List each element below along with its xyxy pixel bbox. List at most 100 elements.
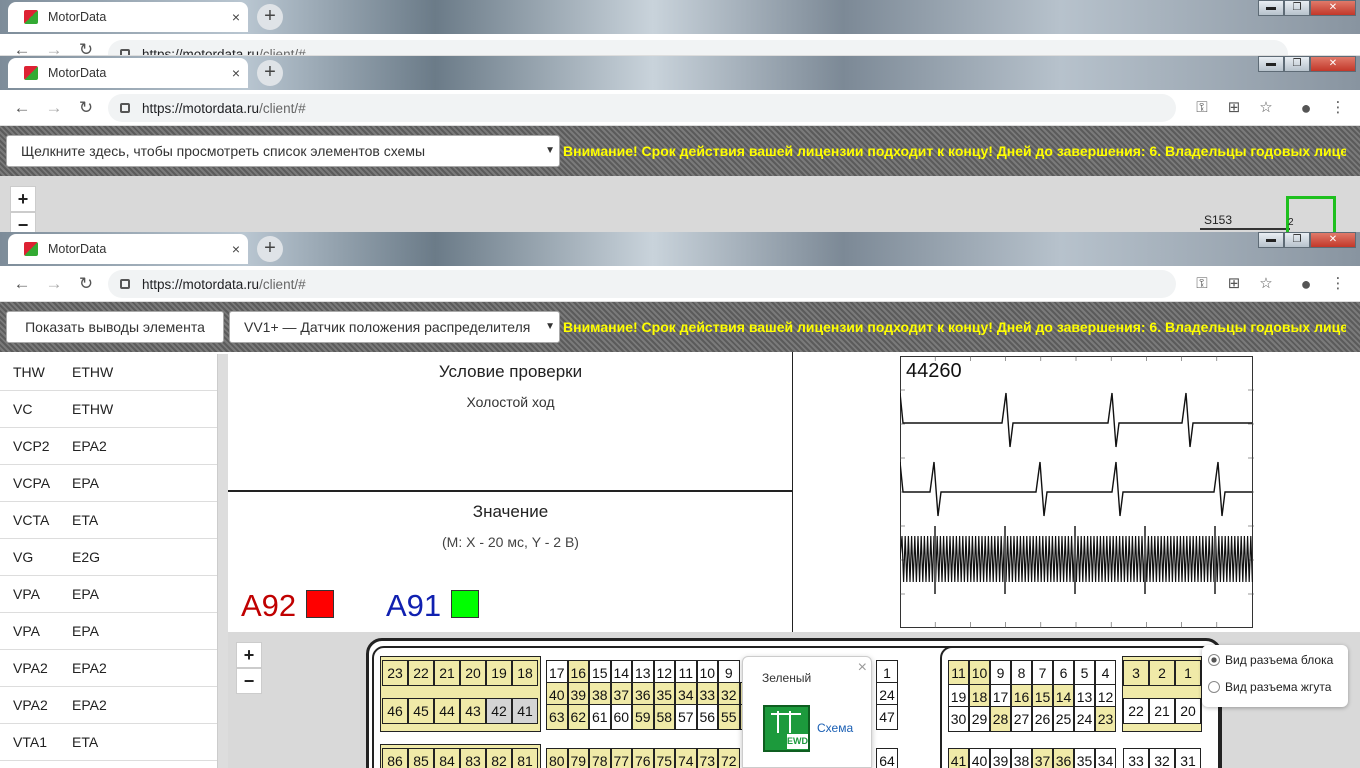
connector-pin[interactable]: 2 [1149, 660, 1175, 686]
connector-pin[interactable]: 61 [589, 704, 611, 730]
connector-pin[interactable]: 33 [1123, 748, 1149, 768]
connector-pin[interactable]: 26 [1032, 706, 1053, 732]
connector-pin[interactable]: 20 [1175, 698, 1201, 724]
connector-pin[interactable]: 63 [546, 704, 568, 730]
pin-list-row[interactable]: VCP2 EPA2 [0, 428, 217, 465]
forward-icon[interactable]: → [44, 98, 64, 118]
connector-pin[interactable]: 1 [1175, 660, 1201, 686]
translate-icon[interactable]: ⊞ [1224, 98, 1244, 118]
connector-pin[interactable]: 75 [653, 748, 675, 768]
connector-pin[interactable]: 81 [512, 748, 538, 768]
connector-pin[interactable]: 8 [1011, 660, 1032, 686]
connector-pin[interactable]: 32 [1149, 748, 1175, 768]
connector-pin[interactable]: 74 [675, 748, 697, 768]
key-icon[interactable]: ⚿ [1192, 98, 1212, 118]
connector-pin[interactable]: 22 [408, 660, 434, 686]
back-icon[interactable]: ← [12, 274, 32, 294]
star-icon[interactable]: ☆ [1256, 274, 1276, 294]
close-window-button[interactable]: ✕ [1310, 232, 1356, 248]
tab-close-icon[interactable]: × [224, 9, 248, 25]
new-tab-button[interactable]: + [257, 60, 283, 86]
element-select[interactable]: VV1+ — Датчик положения распределителя ▼ [229, 311, 560, 343]
connector-pin[interactable]: 19 [486, 660, 512, 686]
back-icon[interactable]: ← [12, 98, 32, 118]
connector-pin[interactable]: 28 [990, 706, 1011, 732]
view-option-block[interactable]: Вид разъема блока [1208, 653, 1333, 667]
connector-pin[interactable]: 56 [696, 704, 718, 730]
connector-pin[interactable]: 34 [1095, 748, 1116, 768]
omnibox[interactable]: https://motordata.ru/client/# [108, 40, 1288, 55]
connector-pin[interactable]: 9 [990, 660, 1011, 686]
connector-pin[interactable]: 10 [969, 660, 990, 686]
pin-list-row[interactable]: VTA1 ETA [0, 724, 217, 761]
tab-close-icon[interactable]: × [224, 241, 248, 257]
connector-pin[interactable]: 46 [382, 698, 408, 724]
connector-pin[interactable]: 3 [1123, 660, 1149, 686]
pin-list-row[interactable]: VPA EPA [0, 613, 217, 650]
close-window-button[interactable]: ✕ [1310, 0, 1356, 16]
profile-icon[interactable]: ● [1296, 98, 1316, 118]
connector-pin[interactable]: 40 [969, 748, 990, 768]
maximize-button[interactable]: ❐ [1284, 56, 1310, 72]
connector-pin[interactable]: 59 [632, 704, 654, 730]
connector-pin[interactable]: 55 [718, 704, 740, 730]
connector-pin[interactable]: 23 [1095, 706, 1116, 732]
forward-icon[interactable]: → [44, 274, 64, 294]
connector-pin[interactable]: 45 [408, 698, 434, 724]
radio-unchecked-icon[interactable] [1208, 681, 1220, 693]
minimize-button[interactable]: ▬ [1258, 0, 1284, 16]
reload-icon[interactable]: ↻ [76, 98, 96, 118]
browser-tab[interactable]: MotorData × [8, 234, 248, 264]
connector-pin[interactable]: 80 [546, 748, 568, 768]
connector-pin[interactable]: 39 [990, 748, 1011, 768]
connector-pin[interactable]: 41 [512, 698, 538, 724]
pin-list-row[interactable]: VCPA EPA [0, 465, 217, 502]
connector-pin[interactable]: 22 [1123, 698, 1149, 724]
pin-list-row[interactable]: VC ETHW [0, 391, 217, 428]
connector-pin[interactable]: 30 [948, 706, 969, 732]
show-pins-button[interactable]: Показать выводы элемента [6, 311, 224, 343]
connector-pin[interactable]: 5 [1074, 660, 1095, 686]
omnibox[interactable]: https://motordata.ru/client/# [108, 270, 1176, 298]
browser-tab[interactable]: MotorData × [8, 58, 248, 88]
new-tab-button[interactable]: + [257, 236, 283, 262]
connector-pin[interactable]: 11 [948, 660, 969, 686]
minimize-button[interactable]: ▬ [1258, 56, 1284, 72]
connector-pin[interactable]: 27 [1011, 706, 1032, 732]
profile-icon[interactable]: ● [1296, 274, 1316, 294]
scheme-link[interactable]: Схема [817, 721, 853, 735]
connector-pin[interactable]: 86 [382, 748, 408, 768]
new-tab-button[interactable]: + [257, 4, 283, 30]
connector-pin[interactable]: 73 [696, 748, 718, 768]
popup-close-icon[interactable]: × [858, 659, 867, 677]
connector-pin[interactable]: 37 [1032, 748, 1053, 768]
connector-pin[interactable]: 72 [718, 748, 740, 768]
connector-pin[interactable]: 64 [876, 748, 898, 768]
zoom-in-button[interactable]: + [10, 186, 36, 212]
connector-pin[interactable]: 6 [1053, 660, 1074, 686]
browser-tab[interactable]: MotorData × [8, 2, 248, 32]
connector-pin[interactable]: 41 [948, 748, 969, 768]
connector-pin[interactable]: 29 [969, 706, 990, 732]
connector-pin[interactable]: 25 [1053, 706, 1074, 732]
pin-list-row[interactable]: VCTA ETA [0, 502, 217, 539]
ewd-scheme-icon[interactable]: EWD [763, 705, 810, 752]
connector-pin[interactable]: 79 [567, 748, 589, 768]
connector-pin[interactable]: 21 [1149, 698, 1175, 724]
connector-pin[interactable]: 58 [653, 704, 675, 730]
connector-pin[interactable]: 42 [486, 698, 512, 724]
view-option-harness[interactable]: Вид разъема жгута [1208, 680, 1331, 694]
reload-icon[interactable]: ↻ [76, 40, 96, 55]
connector-pin[interactable]: 77 [610, 748, 632, 768]
minimize-button[interactable]: ▬ [1258, 232, 1284, 248]
forward-icon[interactable]: → [44, 40, 64, 55]
reload-icon[interactable]: ↻ [76, 274, 96, 294]
connector-pin[interactable]: 62 [567, 704, 589, 730]
connector-pin[interactable]: 20 [460, 660, 486, 686]
sidebar-scrollbar[interactable] [218, 354, 228, 768]
close-window-button[interactable]: ✕ [1310, 56, 1356, 72]
element-list-select[interactable]: Щелкните здесь, чтобы просмотреть список… [6, 135, 560, 167]
diagram-canvas[interactable]: + − S153 2 [0, 176, 1360, 238]
menu-icon[interactable]: ⋮ [1328, 98, 1348, 118]
connector-pin[interactable]: 43 [460, 698, 486, 724]
